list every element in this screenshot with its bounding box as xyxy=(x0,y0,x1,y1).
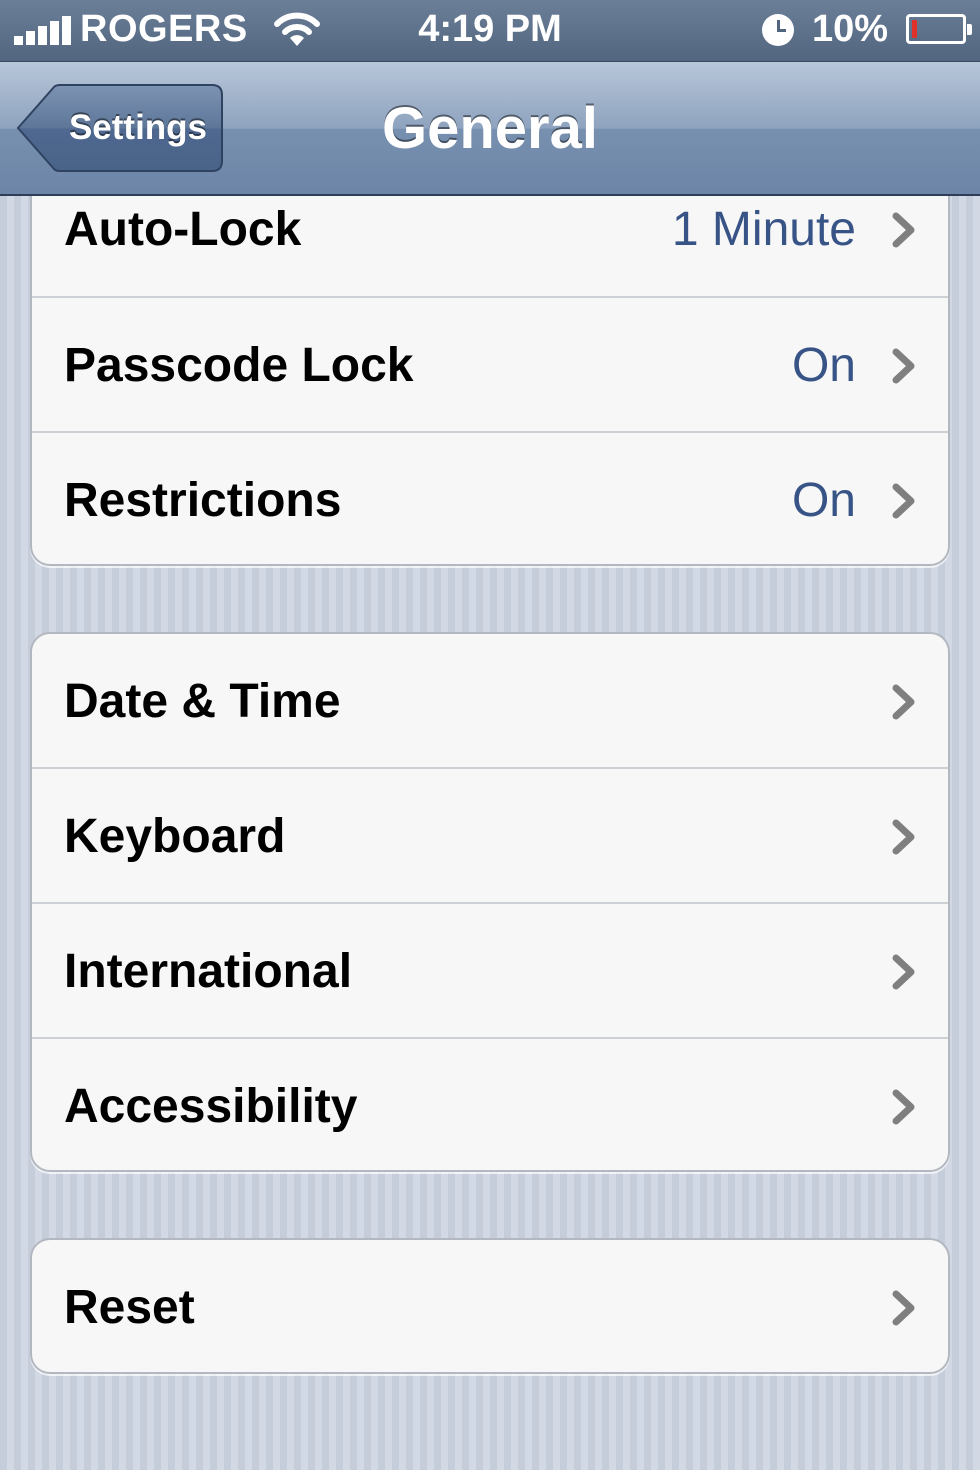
battery-icon xyxy=(906,14,972,44)
row-passcode-lock[interactable]: Passcode Lock On xyxy=(32,298,948,433)
row-keyboard[interactable]: Keyboard xyxy=(32,769,948,904)
alarm-icon xyxy=(762,14,794,46)
row-label: Passcode Lock xyxy=(64,339,414,392)
chevron-right-icon xyxy=(892,1089,915,1125)
battery-level-fill xyxy=(912,20,917,38)
row-label: Date & Time xyxy=(64,675,341,728)
row-label: Accessibility xyxy=(64,1080,358,1133)
row-accessibility[interactable]: Accessibility xyxy=(32,1039,948,1170)
row-value: On xyxy=(791,339,856,392)
navigation-bar: Settings General xyxy=(0,62,980,196)
battery-percent: 10% xyxy=(812,8,889,50)
chevron-right-icon xyxy=(892,212,915,248)
back-button[interactable]: Settings xyxy=(16,84,224,172)
chevron-right-icon xyxy=(892,1290,915,1326)
status-bar: ROGERS 4:19 PM 10% xyxy=(0,0,980,62)
row-label: Reset xyxy=(64,1281,195,1334)
chevron-right-icon xyxy=(892,954,915,990)
row-label: International xyxy=(64,945,353,998)
settings-group-security: Auto-Lock 1 Minute Passcode Lock On Rest… xyxy=(30,160,950,566)
row-label: Keyboard xyxy=(64,810,286,863)
row-reset[interactable]: Reset xyxy=(32,1240,948,1372)
chevron-right-icon xyxy=(892,348,915,384)
chevron-right-icon xyxy=(892,483,915,519)
settings-group-reset: Reset xyxy=(30,1238,950,1374)
row-date-time[interactable]: Date & Time xyxy=(32,634,948,769)
row-value: On xyxy=(791,474,856,527)
chevron-right-icon xyxy=(892,819,915,855)
back-button-label: Settings xyxy=(68,108,208,147)
row-restrictions[interactable]: Restrictions On xyxy=(32,433,948,564)
row-international[interactable]: International xyxy=(32,904,948,1039)
settings-group-system: Date & Time Keyboard International Acces… xyxy=(30,632,950,1172)
row-label: Restrictions xyxy=(64,474,342,527)
chevron-right-icon xyxy=(892,684,915,720)
